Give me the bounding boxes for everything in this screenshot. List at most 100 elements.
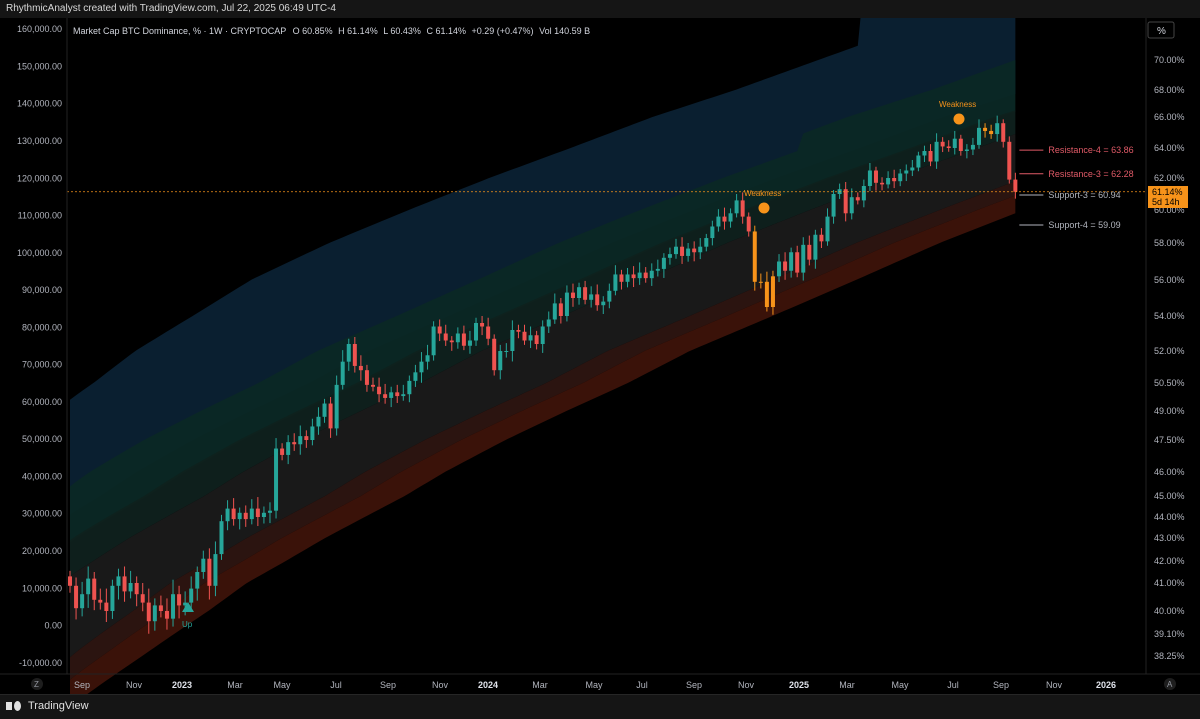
legend-o-label: O [293,26,300,36]
candle-body [946,146,951,148]
candle-body [304,436,309,440]
candle-body [898,173,903,182]
legend-c-value: 61.14% [435,26,466,36]
right-axis-tick: 47.50% [1154,435,1185,445]
candle-body [383,394,388,398]
candle-body [280,448,285,455]
candle-body [855,197,860,201]
legend-o-value: 60.85% [302,26,333,36]
header-bar: RhythmicAnalyst created with TradingView… [0,0,1200,19]
candle-body [74,585,79,609]
candle-body [667,254,672,258]
candle-body [952,138,957,148]
level-label: Support-3 = 60.94 [1048,190,1120,200]
legend-c-label: C [426,26,433,36]
chart-svg[interactable]: Resistance-4 = 63.86 Resistance-3 = 62.28… [0,0,1200,708]
legend-l-label: L [383,26,388,36]
candle-body [110,585,115,611]
left-axis[interactable]: 160,000.00 150,000.00 140,000.00 130,000.00… [17,24,62,668]
candle-body [589,294,594,300]
left-axis-tick: 160,000.00 [17,24,62,34]
levels-layer: Resistance-4 = 63.86 Resistance-3 = 62.28… [1019,145,1134,230]
time-axis-tick: Sep [74,680,90,690]
legend-vol-label: Vol [539,26,552,36]
candle-body [922,151,927,156]
candle-body [528,335,533,341]
level-label: Resistance-3 = 62.28 [1048,169,1133,179]
tradingview-brand[interactable]: TradingView [6,700,89,712]
right-axis[interactable]: 70.00%68.00%66.00%64.00%62.00%60.00%58.0… [1154,55,1185,661]
percent-axis-title: % [1157,26,1166,37]
auto-scale-label: A [1167,680,1173,689]
candle-body [892,178,897,182]
right-axis-tick: 39.10% [1154,629,1185,639]
candle-body [504,351,509,352]
candle-body [770,276,775,307]
attribution-text: RhythmicAnalyst created with TradingView… [6,3,336,14]
candle-body [395,392,400,397]
candle-body [540,326,545,344]
candle-body [613,274,618,291]
weakness-marker [758,202,770,214]
candle-body [710,226,715,239]
left-axis-tick: 50,000.00 [22,434,62,444]
left-axis-tick: 30,000.00 [22,509,62,519]
candle-body [643,272,648,279]
candle-body [849,197,854,214]
footer-bar: TradingView [0,694,1200,719]
right-axis-tick: 66.00% [1154,112,1185,122]
right-axis-tick: 38.25% [1154,651,1185,661]
candle-body [564,292,569,316]
candle-body [267,510,272,513]
candle-body [274,448,279,511]
candle-body [1013,179,1018,192]
candle-body [977,127,981,145]
candle-body [861,186,866,201]
right-axis-tick: 49.00% [1154,406,1185,416]
up-signal-label: Up [182,620,193,629]
time-axis-tick: Nov [1046,680,1063,690]
candle-body [958,138,963,151]
candle-body [934,141,939,162]
candle-body [480,323,485,327]
candle-body [873,170,878,183]
candle-body [1007,141,1012,180]
candle-body [195,572,200,589]
candle-body [177,594,182,606]
candle-body [164,611,169,619]
candle-body [401,394,406,397]
legend-l-value: 60.43% [390,26,421,36]
left-axis-tick: 90,000.00 [22,285,62,295]
candle-body [807,244,812,260]
time-axis-tick: May [585,680,603,690]
candle-body [595,294,600,306]
candle-body [740,200,745,217]
candle-body [831,194,836,217]
candle-body [377,386,382,395]
candle-body [419,361,424,373]
left-axis-tick: 150,000.00 [17,61,62,71]
candle-body [334,384,339,429]
candle-body [140,594,145,603]
candle-body [583,287,588,300]
candle-body [486,326,491,339]
time-axis[interactable]: Sep Nov 2023 Mar May Jul Sep Nov 2024 Mar May Jul Se… [74,680,1116,690]
tradingview-logo-icon [6,700,22,712]
candle-body [577,287,582,298]
candle-body [255,508,260,517]
chart-legend: Market Cap BTC Dominance, % · 1W · CRYPT… [73,26,590,36]
candle-body [734,200,739,214]
candle-body [910,167,915,171]
left-axis-tick: 130,000.00 [17,136,62,146]
chart-area[interactable]: Resistance-4 = 63.86 Resistance-3 = 62.28… [0,0,1200,708]
candle-body [249,508,254,520]
candle-body [661,257,666,269]
left-axis-tick: 140,000.00 [17,99,62,109]
time-axis-tick: Nov [738,680,755,690]
candle-body [655,268,660,271]
candle-body [86,578,91,595]
candle-body [674,246,678,255]
candle-body [322,403,327,417]
candle-body [552,303,557,320]
candle-body [886,178,891,185]
